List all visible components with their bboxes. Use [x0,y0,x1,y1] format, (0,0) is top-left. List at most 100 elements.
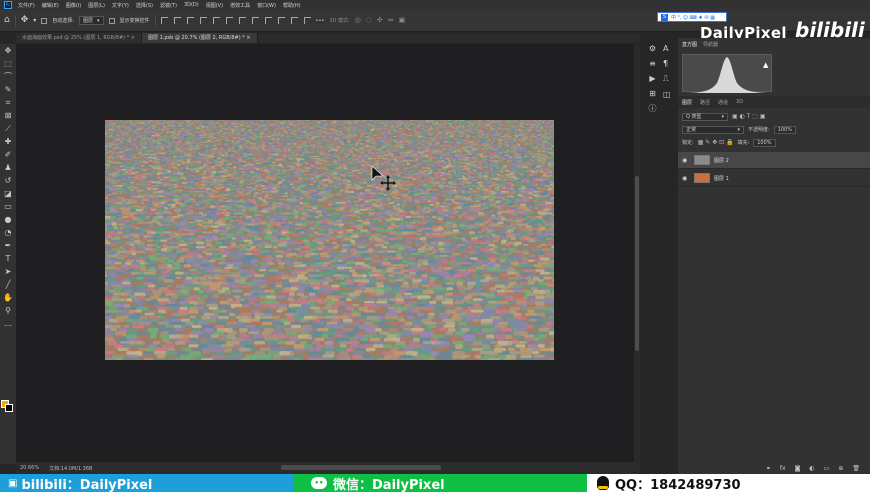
align-center-icon[interactable] [173,17,181,24]
texture-speck [362,128,366,130]
menu-item[interactable]: 增效工具 [230,2,250,9]
texture-speck [305,126,309,128]
texture-speck [278,145,283,147]
more-options-icon[interactable]: ••• [316,18,325,24]
home-icon[interactable]: ⌂ [4,16,10,25]
auto-select-dropdown[interactable]: 图层 ▾ [78,16,104,25]
blur-tool-icon[interactable]: ● [3,215,13,225]
close-icon[interactable]: × [246,35,250,41]
zoom-tool-icon[interactable]: ⚲ [3,306,13,316]
align-middle-icon[interactable] [212,17,220,24]
orbit-3d-icon[interactable]: ◎ [355,16,361,25]
gradient-tool-icon[interactable]: ▭ [3,202,13,212]
texture-speck [454,131,457,132]
brush-tool-icon[interactable]: ✐ [3,150,13,160]
auto-select-checkbox[interactable] [41,17,48,24]
menu-item[interactable]: 编辑(E) [42,2,59,9]
distribute-right-icon[interactable] [264,17,272,24]
align-top-icon[interactable] [199,17,207,24]
menu-item[interactable]: 3D(D) [184,2,199,9]
texture-speck [372,132,376,134]
align-left-icon[interactable] [160,17,168,24]
texture-speck [306,134,310,136]
menu-item[interactable]: 文字(Y) [112,2,129,9]
texture-speck [452,136,455,137]
texture-speck [425,122,428,123]
crop-tool-icon[interactable]: ⌗ [3,98,13,108]
distribute-center-icon[interactable] [251,17,259,24]
texture-speck [378,120,381,121]
texture-speck [483,122,487,124]
path-select-tool-icon[interactable]: ➤ [3,267,13,277]
eraser-tool-icon[interactable]: ◪ [3,189,13,199]
texture-speck [519,120,522,122]
chevron-down-icon[interactable]: ▾ [33,16,36,25]
pen-tool-icon[interactable]: ✒ [3,241,13,251]
texture-speck [311,120,313,121]
menu-bar: Ps 文件(F) 编辑(E) 图像(I) 图层(L) 文字(Y) 选择(S) 滤镜(T) 3D… [0,0,870,10]
align-bottom-icon[interactable] [225,17,233,24]
type-tool-icon[interactable]: T [3,254,13,264]
healing-brush-tool-icon[interactable]: ✚ [3,137,13,147]
distribute-middle-icon[interactable] [290,17,298,24]
texture-speck [108,139,113,141]
menu-item[interactable]: 滤镜(T) [160,2,177,9]
close-icon[interactable]: × [131,35,135,41]
tab-document-2[interactable]: 图层 1.psb @ 20.7% (图层 2, RGB/8#) * × [142,33,258,43]
menu-item[interactable]: 选择(S) [136,2,153,9]
line-tool-icon[interactable]: ╱ [3,280,13,290]
eyedropper-tool-icon[interactable]: ⟋ [3,124,13,134]
distribute-left-icon[interactable] [238,17,246,24]
tab-document-1[interactable]: 水面海面效果.psd @ 25% (图层 1, RGB/8#) * × [16,33,142,43]
roll-3d-icon[interactable]: ◌ [366,16,372,25]
texture-speck [533,144,537,146]
lasso-tool-icon[interactable]: ⌒ [3,72,13,82]
texture-speck [364,131,368,132]
more-tools-icon[interactable]: … [3,319,13,329]
texture-speck [433,135,436,137]
menu-item[interactable]: 文件(F) [18,2,35,9]
menu-item[interactable]: 视图(V) [206,2,223,9]
texture-speck [289,120,292,121]
texture-speck [143,133,146,135]
texture-speck [365,127,369,128]
canvas-area[interactable] [16,44,640,462]
clone-stamp-tool-icon[interactable]: ♟ [3,163,13,173]
slide-3d-icon[interactable]: ⇔ [388,16,394,25]
texture-speck [375,140,379,142]
menu-item[interactable]: 窗口(W) [257,2,276,9]
menu-item[interactable]: 帮助(H) [283,2,301,9]
texture-speck [162,122,166,123]
menu-item[interactable]: 图层(L) [88,2,105,9]
texture-speck [230,135,234,137]
texture-speck [239,130,243,131]
texture-speck [543,137,548,139]
texture-speck [350,131,353,132]
pan-3d-icon[interactable]: ✣ [377,16,383,25]
distribute-top-icon[interactable] [277,17,285,24]
align-right-icon[interactable] [186,17,194,24]
move-tool-icon[interactable]: ✥ [21,16,29,25]
document-canvas[interactable] [105,120,554,360]
texture-speck [236,121,239,123]
marquee-tool-icon[interactable]: ⬚ [3,59,13,69]
texture-speck [361,129,364,131]
texture-speck [410,124,413,125]
texture-speck [357,129,362,131]
quick-select-tool-icon[interactable]: ✎ [3,85,13,95]
texture-speck [369,136,374,137]
background-color-swatch[interactable] [5,404,13,412]
distribute-bottom-icon[interactable] [303,17,311,24]
frame-tool-icon[interactable]: ⊠ [3,111,13,121]
show-transform-checkbox[interactable] [108,17,115,24]
dodge-tool-icon[interactable]: ◔ [3,228,13,238]
texture-speck [276,120,279,121]
history-brush-tool-icon[interactable]: ↺ [3,176,13,186]
move-tool-icon[interactable]: ✥ [3,46,13,56]
hand-tool-icon[interactable]: ✋ [3,293,13,303]
camera-3d-icon[interactable]: ▣ [399,16,406,25]
texture-speck [300,124,302,125]
texture-speck [338,137,342,138]
menu-item[interactable]: 图像(I) [66,2,81,9]
texture-speck [317,124,321,125]
